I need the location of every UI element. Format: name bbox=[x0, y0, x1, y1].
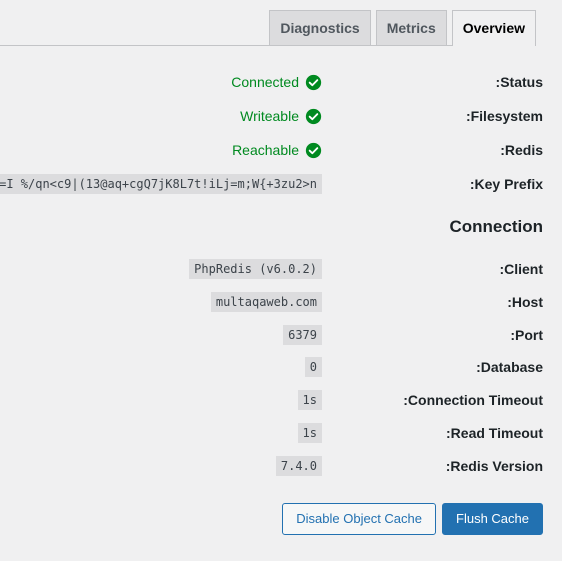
redis-version-value: 7.4.0 bbox=[275, 456, 322, 476]
client-row: PhpRedis (v6.0.2) :Client bbox=[0, 258, 562, 280]
client-label: :Client bbox=[499, 261, 543, 277]
connection-timeout-row: 1s :Connection Timeout bbox=[0, 389, 562, 411]
check-circle-icon bbox=[305, 142, 322, 158]
check-circle-icon bbox=[305, 108, 322, 124]
status-label: :Status bbox=[495, 74, 543, 90]
connection-heading: Connection bbox=[449, 217, 544, 236]
host-row: multaqaweb.com :Host bbox=[0, 291, 562, 313]
database-row: 0 :Database bbox=[0, 356, 562, 378]
host-value: multaqaweb.com bbox=[210, 292, 322, 312]
filesystem-label: :Filesystem bbox=[465, 108, 543, 124]
check-circle-icon bbox=[305, 74, 322, 90]
port-row: 6379 :Port bbox=[0, 324, 562, 346]
client-value: PhpRedis (v6.0.2) bbox=[189, 259, 322, 279]
redis-version-label: :Redis Version bbox=[445, 458, 543, 474]
key-prefix-text: =I %/qn<c9|(13@aq+cgQ7jK8L7t!iLj=m;W{+3z… bbox=[0, 177, 317, 191]
host-label: :Host bbox=[507, 294, 543, 310]
redis-value: Reachable bbox=[232, 139, 322, 161]
database-label: :Database bbox=[476, 359, 543, 375]
read-timeout-label: :Read Timeout bbox=[446, 425, 543, 441]
tab-metrics[interactable]: Metrics bbox=[375, 10, 447, 45]
read-timeout-value: 1s bbox=[297, 423, 322, 443]
database-value: 0 bbox=[304, 357, 322, 377]
flush-cache-button[interactable]: Flush Cache bbox=[442, 503, 543, 535]
connection-timeout-value: 1s bbox=[297, 390, 322, 410]
filesystem-row: Writeable :Filesystem bbox=[0, 105, 562, 127]
redis-row: Reachable :Redis bbox=[0, 139, 562, 161]
filesystem-value: Writeable bbox=[240, 105, 322, 127]
status-value: Connected bbox=[231, 71, 322, 93]
key-prefix-label: :Key Prefix bbox=[469, 176, 543, 192]
tab-list: Diagnostics Metrics Overview bbox=[269, 10, 536, 46]
redis-text: Reachable bbox=[232, 142, 299, 158]
tab-diagnostics[interactable]: Diagnostics bbox=[269, 10, 371, 45]
redis-version-row: 7.4.0 :Redis Version bbox=[0, 455, 562, 477]
tab-overview[interactable]: Overview bbox=[451, 10, 536, 46]
disable-object-cache-button[interactable]: Disable Object Cache bbox=[282, 503, 436, 535]
redis-label: :Redis bbox=[500, 142, 543, 158]
read-timeout-row: 1s :Read Timeout bbox=[0, 422, 562, 444]
key-prefix-row: =I %/qn<c9|(13@aq+cgQ7jK8L7t!iLj=m;W{+3z… bbox=[0, 173, 562, 195]
port-value: 6379 bbox=[283, 325, 322, 345]
redis-overview-page: Diagnostics Metrics Overview Connected :… bbox=[0, 0, 562, 561]
connection-timeout-label: :Connection Timeout bbox=[403, 392, 543, 408]
filesystem-text: Writeable bbox=[240, 108, 299, 124]
status-text: Connected bbox=[231, 74, 299, 90]
key-prefix-value: =I %/qn<c9|(13@aq+cgQ7jK8L7t!iLj=m;W{+3z… bbox=[0, 174, 322, 194]
status-row: Connected :Status bbox=[0, 71, 562, 93]
port-label: :Port bbox=[510, 327, 543, 343]
